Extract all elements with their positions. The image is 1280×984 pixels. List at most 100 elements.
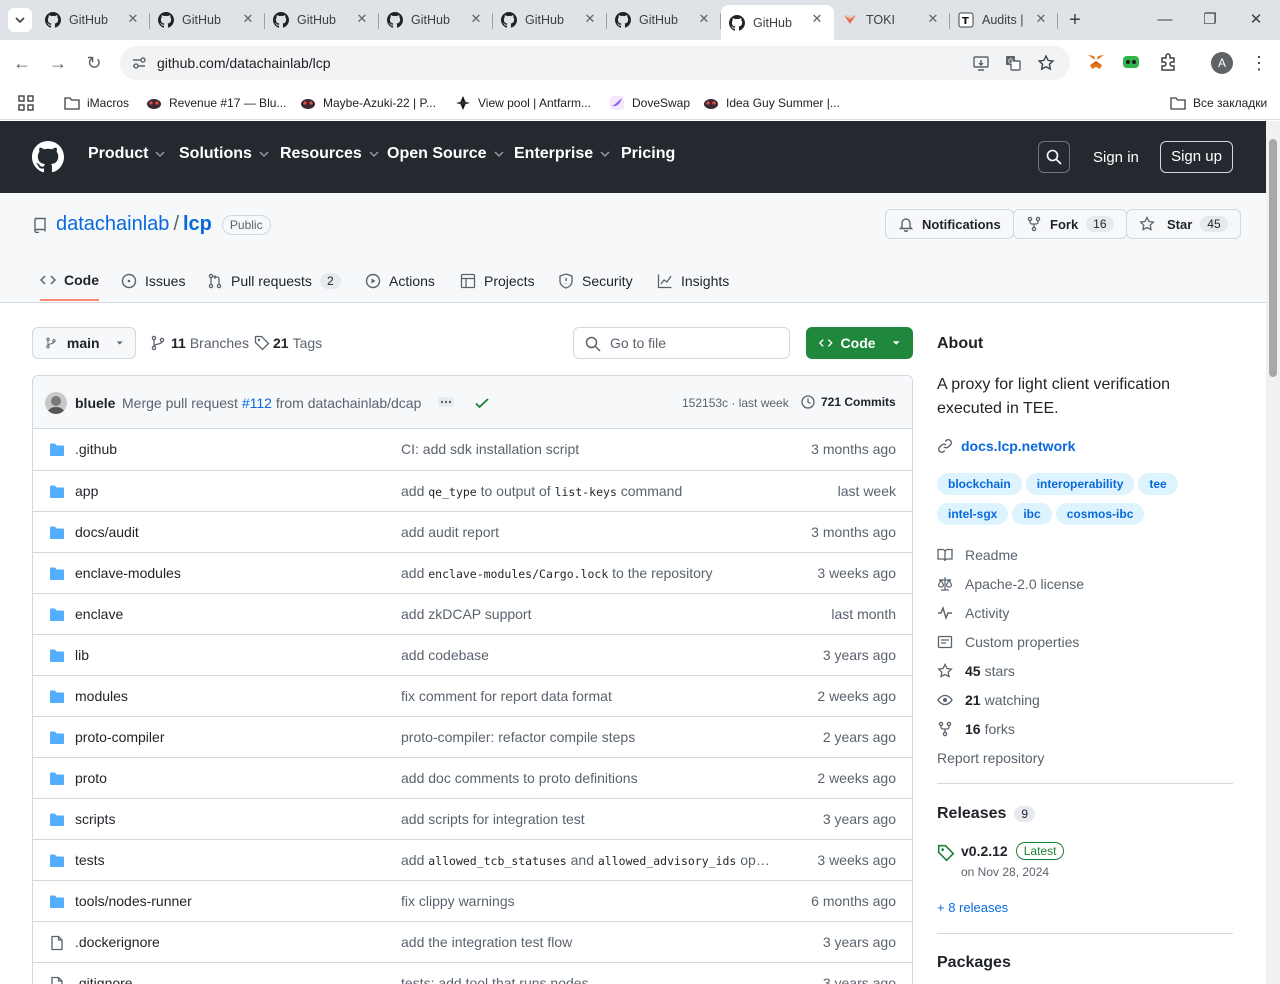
file-name[interactable]: scripts — [75, 811, 115, 827]
file-commit-message[interactable]: add enclave-modules/Cargo.lock to the re… — [401, 565, 773, 581]
file-commit-message[interactable]: CI: add sdk installation script — [401, 441, 773, 457]
close-tab-icon[interactable]: ✕ — [355, 12, 369, 26]
topic-tag[interactable]: tee — [1138, 473, 1178, 495]
close-tab-icon[interactable]: ✕ — [926, 12, 940, 26]
file-name[interactable]: .github — [75, 441, 117, 457]
reload-button[interactable]: ↻ — [82, 51, 106, 75]
table-row[interactable]: tests add allowed_tcb_statuses and allowe… — [33, 839, 912, 880]
header-search-button[interactable] — [1038, 141, 1070, 173]
extensions-puzzle-icon[interactable] — [1158, 52, 1180, 74]
releases-heading[interactable]: Releases 9 — [937, 805, 1036, 823]
file-name[interactable]: docs/audit — [75, 524, 139, 540]
translate-icon[interactable]: G — [1004, 54, 1022, 72]
repo-owner-link[interactable]: datachainlab — [56, 213, 169, 236]
table-row[interactable]: proto-compiler proto-compiler: refactor c… — [33, 716, 912, 757]
bookmark-doveswap[interactable]: DoveSwap — [609, 92, 690, 114]
topic-tag[interactable]: ibc — [1012, 503, 1052, 525]
table-row[interactable]: enclave add zkDCAP support last month — [33, 593, 912, 634]
table-row[interactable]: .github CI: add sdk installation script 3 … — [33, 429, 912, 470]
fork-button[interactable]: Fork 16 — [1013, 209, 1127, 239]
topic-tag[interactable]: intel-sgx — [937, 503, 1009, 525]
browser-menu-icon[interactable]: ⋮ — [1248, 52, 1270, 74]
github-logo-icon[interactable] — [32, 141, 64, 173]
file-name[interactable]: lib — [75, 647, 89, 663]
close-tab-icon[interactable]: ✕ — [469, 12, 483, 26]
file-commit-message[interactable]: fix clippy warnings — [401, 893, 773, 909]
file-name[interactable]: enclave — [75, 606, 123, 622]
table-row[interactable]: .gitignore tests: add tool that runs node… — [33, 962, 912, 984]
forks-link[interactable]: 16 forks — [937, 721, 1015, 737]
readme-link[interactable]: Readme — [937, 547, 1018, 563]
minimize-button[interactable]: — — [1153, 8, 1177, 32]
star-button[interactable]: Star 45 — [1126, 209, 1241, 239]
site-info-icon[interactable] — [130, 54, 148, 72]
go-to-file-input[interactable]: Go to file — [573, 327, 790, 359]
file-commit-message[interactable]: add allowed_tcb_statuses and allowed_adv… — [401, 852, 773, 868]
file-name[interactable]: app — [75, 483, 98, 499]
file-commit-message[interactable]: add scripts for integration test — [401, 811, 773, 827]
apps-icon[interactable] — [18, 92, 34, 114]
file-commit-message[interactable]: proto-compiler: refactor compile steps — [401, 729, 773, 745]
file-commit-message[interactable]: fix comment for report data format — [401, 688, 773, 704]
nav-product[interactable]: Product — [88, 145, 166, 163]
table-row[interactable]: proto add doc comments to proto definitio… — [33, 757, 912, 798]
bookmark-star-icon[interactable] — [1037, 54, 1055, 72]
more-releases-link[interactable]: + 8 releases — [937, 900, 1008, 915]
watching-link[interactable]: 21 watching — [937, 692, 1040, 708]
commit-message[interactable]: Merge pull request #112 from datachainla… — [122, 395, 421, 411]
extension-green-icon[interactable] — [1121, 52, 1143, 74]
table-row[interactable]: app add qe_type to output of list-keys co… — [33, 470, 912, 511]
tab-issues[interactable]: Issues — [121, 261, 185, 301]
stars-link[interactable]: 45 stars — [937, 663, 1015, 679]
browser-tab[interactable]: GitHub ✕ — [37, 5, 150, 35]
topic-tag[interactable]: interoperability — [1025, 473, 1135, 495]
avatar[interactable] — [45, 392, 67, 414]
custom-properties-link[interactable]: Custom properties — [937, 634, 1079, 650]
commit-hash-time[interactable]: 152153c · last week — [682, 396, 789, 410]
table-row[interactable]: modules fix comment for report data forma… — [33, 675, 912, 716]
tab-actions[interactable]: Actions — [365, 261, 435, 301]
notifications-button[interactable]: Notifications — [885, 209, 1014, 239]
website-link[interactable]: docs.lcp.network — [937, 438, 1075, 454]
commit-author[interactable]: bluele — [75, 395, 115, 411]
tab-insights[interactable]: Insights — [657, 261, 729, 301]
tab-code[interactable]: Code — [40, 261, 99, 301]
browser-tab[interactable]: GitHub ✕ — [379, 5, 493, 35]
sign-in-link[interactable]: Sign in — [1093, 149, 1139, 166]
new-tab-button[interactable]: + — [1064, 9, 1086, 31]
browser-tab[interactable]: GitHub ✕ — [607, 5, 721, 35]
file-commit-message[interactable]: add the integration test flow — [401, 934, 773, 950]
code-dropdown-button[interactable]: Code — [806, 327, 913, 359]
browser-tab[interactable]: T Audits | ✕ — [950, 5, 1058, 35]
file-commit-message[interactable]: add qe_type to output of list-keys comma… — [401, 483, 773, 499]
file-commit-message[interactable]: add audit report — [401, 524, 773, 540]
tab-security[interactable]: Security — [558, 261, 633, 301]
all-bookmarks[interactable]: Все закладки — [1170, 92, 1267, 114]
bookmark-imacros[interactable]: iMacros — [64, 92, 129, 114]
close-tab-icon[interactable]: ✕ — [1034, 12, 1048, 26]
topic-tag[interactable]: cosmos-ibc — [1055, 503, 1145, 525]
close-tab-icon[interactable]: ✕ — [697, 12, 711, 26]
license-link[interactable]: Apache-2.0 license — [937, 576, 1084, 592]
table-row[interactable]: tools/nodes-runner fix clippy warnings 6 m… — [33, 880, 912, 921]
report-repository-link[interactable]: Report repository — [937, 750, 1044, 766]
scrollbar-thumb[interactable] — [1269, 139, 1277, 377]
file-name[interactable]: proto-compiler — [75, 729, 164, 745]
bookmark-revenue[interactable]: Revenue #17 — Blu... — [146, 92, 286, 114]
browser-tab[interactable]: TOKI ✕ — [834, 5, 950, 35]
nav-solutions[interactable]: Solutions — [179, 145, 270, 163]
metamask-icon[interactable] — [1086, 52, 1108, 74]
file-name[interactable]: .gitignore — [75, 975, 133, 984]
repo-name-link[interactable]: lcp — [183, 213, 212, 236]
file-name[interactable]: tools/nodes-runner — [75, 893, 192, 909]
file-name[interactable]: tests — [75, 852, 105, 868]
file-commit-message[interactable]: add zkDCAP support — [401, 606, 773, 622]
nav-open-source[interactable]: Open Source — [387, 145, 505, 163]
file-name[interactable]: enclave-modules — [75, 565, 181, 581]
nav-pricing[interactable]: Pricing — [621, 145, 675, 163]
check-icon[interactable] — [474, 395, 490, 411]
sign-up-button[interactable]: Sign up — [1160, 141, 1233, 173]
back-button[interactable]: ← — [10, 51, 34, 75]
close-tab-icon[interactable]: ✕ — [126, 12, 140, 26]
forward-button[interactable]: → — [46, 51, 70, 75]
